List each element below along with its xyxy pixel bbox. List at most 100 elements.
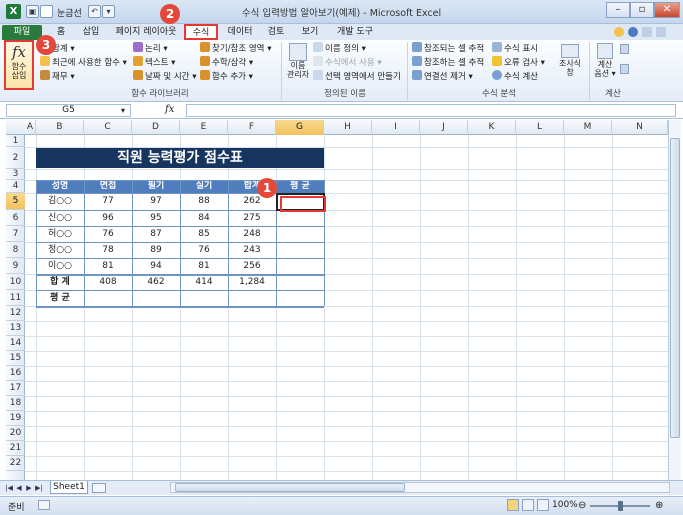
row-header-19[interactable]: 19 (6, 411, 25, 426)
page-layout-view-icon[interactable] (522, 499, 534, 511)
text-button[interactable]: 텍스트 ▾ (133, 56, 175, 69)
table-cell[interactable]: 김○○ (36, 193, 84, 210)
column-header-b[interactable]: B (36, 120, 84, 135)
row-header-2[interactable]: 2 (6, 147, 25, 169)
table-cell[interactable]: 275 (228, 210, 276, 226)
table-cell[interactable]: 81 (84, 258, 132, 274)
zoom-level[interactable]: 100% (552, 500, 578, 510)
evaluate-formula-button[interactable]: 수식 계산 (492, 70, 538, 83)
table-cell[interactable]: 84 (180, 210, 228, 226)
zoom-slider-handle[interactable] (618, 501, 623, 511)
table-cell[interactable] (84, 290, 132, 306)
page-break-view-icon[interactable] (537, 499, 549, 511)
table-cell[interactable]: 414 (180, 274, 228, 290)
vertical-scroll-thumb[interactable] (670, 138, 680, 438)
help-icons[interactable] (614, 27, 674, 38)
column-header-l[interactable]: L (516, 120, 564, 135)
tab-insert[interactable]: 삽입 (76, 25, 106, 40)
worksheet-grid[interactable]: ABCDEFGHIJKLMN 1 2 3 4 5 6 7 8 9 10 11 12 13 14 15 16 17… (6, 120, 668, 480)
name-manager-button[interactable]: 이름 관리자 (286, 42, 310, 86)
calculate-sheet-icon[interactable] (620, 64, 629, 74)
table-cell[interactable]: 94 (132, 258, 180, 274)
row-header-3[interactable]: 3 (6, 169, 25, 180)
zoom-out-icon[interactable]: ⊖ (578, 500, 586, 511)
table-cell[interactable]: 76 (180, 242, 228, 258)
row-header-8[interactable]: 8 (6, 242, 25, 258)
row-header-20[interactable]: 20 (6, 426, 25, 441)
table-cell[interactable] (276, 242, 324, 258)
calculation-options-button[interactable]: 계산 옵션 ▾ (593, 42, 617, 86)
row-header-17[interactable]: 17 (6, 381, 25, 396)
table-cell[interactable]: 신○○ (36, 210, 84, 226)
table-cell[interactable] (276, 258, 324, 274)
tab-file[interactable]: 파일 (2, 25, 42, 40)
column-header-d[interactable]: D (132, 120, 180, 135)
table-cell[interactable]: 95 (132, 210, 180, 226)
column-header-g[interactable]: G (276, 120, 324, 135)
math-trig-button[interactable]: 수학/삼각 ▾ (200, 56, 253, 69)
column-header-j[interactable]: J (420, 120, 468, 135)
trace-precedents-button[interactable]: 참조되는 셀 추적 (412, 42, 484, 55)
name-box-dropdown-icon[interactable]: ▾ (121, 106, 125, 115)
name-box[interactable]: G5 (6, 104, 131, 117)
table-cell[interactable]: 이○○ (36, 258, 84, 274)
row-header-1[interactable]: 1 (6, 135, 25, 147)
table-header-cell[interactable]: 실기 (180, 180, 228, 193)
create-from-selection-button[interactable]: 선택 영역에서 만들기 (313, 70, 401, 83)
row-header-14[interactable]: 14 (6, 336, 25, 351)
table-cell[interactable]: 허○○ (36, 226, 84, 242)
zoom-in-icon[interactable]: ⊕ (655, 500, 663, 511)
tab-data[interactable]: 데이터 (224, 25, 256, 40)
table-cell[interactable]: 정○○ (36, 242, 84, 258)
tab-view[interactable]: 보기 (296, 25, 324, 40)
row-header-22[interactable]: 22 (6, 456, 25, 471)
row-header-5[interactable]: 5 (6, 193, 25, 210)
table-cell[interactable]: 76 (84, 226, 132, 242)
tab-review[interactable]: 검토 (262, 25, 290, 40)
close-button[interactable]: ✕ (654, 2, 680, 18)
table-cell[interactable]: 합 계 (36, 274, 84, 290)
table-cell[interactable]: 89 (132, 242, 180, 258)
table-cell[interactable]: 85 (180, 226, 228, 242)
table-cell[interactable] (228, 290, 276, 306)
remove-arrows-button[interactable]: 연결선 제거 ▾ (412, 70, 473, 83)
column-header-h[interactable]: H (324, 120, 372, 135)
table-cell[interactable] (276, 226, 324, 242)
table-cell[interactable]: 78 (84, 242, 132, 258)
tab-page-layout[interactable]: 페이지 레이아웃 (112, 25, 180, 40)
table-header-cell[interactable]: 면접 (84, 180, 132, 193)
table-cell[interactable] (180, 290, 228, 306)
more-functions-button[interactable]: 함수 추가 ▾ (200, 70, 253, 83)
financial-button[interactable]: 재무 ▾ (40, 70, 75, 83)
table-cell[interactable]: 평 균 (36, 290, 84, 306)
lookup-reference-button[interactable]: 찾기/참조 영역 ▾ (200, 42, 271, 55)
table-cell[interactable]: 97 (132, 193, 180, 210)
date-time-button[interactable]: 날짜 및 시간 ▾ (133, 70, 196, 83)
calculate-now-icon[interactable] (620, 44, 629, 54)
last-sheet-icon[interactable]: ▶| (34, 483, 44, 493)
column-header-e[interactable]: E (180, 120, 228, 135)
first-sheet-icon[interactable]: |◀ (4, 483, 14, 493)
table-header-cell[interactable]: 성명 (36, 180, 84, 193)
table-cell[interactable] (276, 274, 324, 290)
table-cell[interactable]: 1,284 (228, 274, 276, 290)
column-header-f[interactable]: F (228, 120, 276, 135)
row-header-9[interactable]: 9 (6, 258, 25, 274)
next-sheet-icon[interactable]: ▶ (24, 483, 34, 493)
row-header-10[interactable]: 10 (6, 274, 25, 290)
row-header-15[interactable]: 15 (6, 351, 25, 366)
prev-sheet-icon[interactable]: ◀ (14, 483, 24, 493)
column-header-m[interactable]: M (564, 120, 612, 135)
watch-window-button[interactable]: 조사식 창 (555, 42, 585, 86)
table-header-cell[interactable]: 필기 (132, 180, 180, 193)
table-cell[interactable]: 88 (180, 193, 228, 210)
sheet-tab-sheet1[interactable]: Sheet1 (50, 481, 88, 494)
column-header-c[interactable]: C (84, 120, 132, 135)
logical-button[interactable]: 논리 ▾ (133, 42, 168, 55)
row-header-4[interactable]: 4 (6, 180, 25, 193)
new-sheet-icon[interactable] (92, 483, 106, 493)
show-formulas-button[interactable]: 수식 표시 (492, 42, 538, 55)
table-cell[interactable]: 462 (132, 274, 180, 290)
minimize-button[interactable]: – (606, 2, 630, 18)
error-checking-button[interactable]: 오류 검사 ▾ (492, 56, 545, 69)
